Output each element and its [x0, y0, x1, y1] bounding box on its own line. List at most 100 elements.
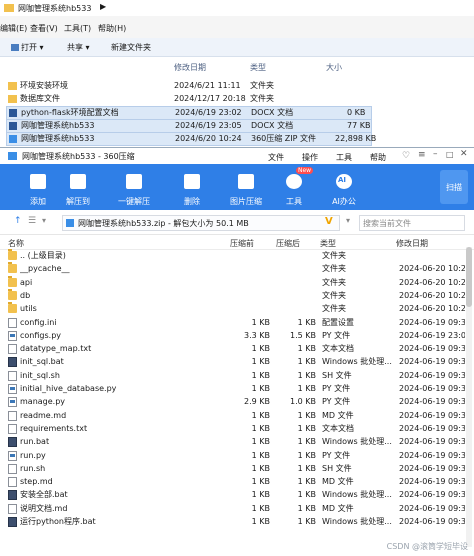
batch-file-icon [8, 490, 17, 501]
maximize-icon[interactable]: □ [446, 150, 454, 159]
scan-button[interactable]: 扫描 [440, 170, 468, 204]
file-row[interactable]: config.ini 1 KB 1 KB 配置设置 2024-06-19 09:35 [0, 316, 465, 329]
row-size-after: 1 KB [297, 357, 316, 367]
dropdown-icon[interactable]: ▾ [42, 216, 46, 225]
path-dropdown-icon[interactable]: ▾ [346, 216, 350, 225]
folder-icon [8, 249, 17, 260]
menu-tools[interactable]: 工具 [336, 152, 352, 163]
python-file-icon [8, 397, 17, 408]
menu-help[interactable]: 帮助 [370, 152, 386, 163]
explorer-row[interactable]: 数据库文件 2024/12/17 20:18 文件夹 [6, 93, 370, 105]
file-row[interactable]: 运行python程序.bat 1 KB 1 KB Windows 批处理... 2024… [0, 515, 465, 528]
file-row[interactable]: step.md 1 KB 1 KB MD 文件 2024-06-19 09:35 [0, 475, 465, 488]
minimize-icon[interactable]: – [433, 149, 438, 159]
scrollbar[interactable] [466, 247, 472, 547]
close-icon[interactable]: ✕ [460, 149, 468, 159]
chevron-right-icon[interactable]: ▶ [100, 2, 106, 11]
row-date: 2024-06-19 09:35 [399, 344, 465, 354]
explorer-row[interactable]: 网咖管理系统hb533 2024/6/20 10:24 360压缩 ZIP 文件… [6, 132, 376, 146]
path-chevron-icon[interactable]: V [325, 216, 333, 227]
file-row[interactable]: datatype_map.txt 1 KB 1 KB 文本文档 2024-06-19 0… [0, 342, 465, 355]
row-size-after: 1 KB [297, 450, 316, 460]
file-row[interactable]: __pycache__ 文件夹 2024-06-20 10:24 [0, 262, 465, 275]
row-size-after: 1 KB [297, 477, 316, 487]
row-name: db [20, 290, 31, 300]
file-row[interactable]: initial_hive_database.py 1 KB 1 KB PY 文件 202… [0, 382, 465, 395]
explorer-row[interactable]: python-flask环境配置文档 2024/6/19 23:02 DOCX … [6, 106, 372, 120]
explorer-row[interactable]: 环境安装环境 2024/6/21 11:11 文件夹 [6, 80, 370, 92]
menu-view[interactable]: 查看(V) [30, 23, 58, 34]
menu-operate[interactable]: 操作 [302, 152, 318, 163]
row-size-before: 1 KB [251, 463, 270, 473]
zip-column-headers: 名称 压缩前 压缩后 类型 修改日期 [0, 235, 474, 250]
row-size-before: 1 KB [251, 450, 270, 460]
menu-edit[interactable]: 编辑(E) [0, 23, 27, 34]
file-row[interactable]: run.py 1 KB 1 KB PY 文件 2024-06-19 09:35 [0, 449, 465, 462]
row-name: manage.py [20, 397, 66, 407]
file-row[interactable]: requirements.txt 1 KB 1 KB 文本文档 2024-06-19 0… [0, 422, 465, 435]
column-type[interactable]: 类型 [250, 62, 266, 73]
list-view-icon[interactable]: ☰ [28, 216, 36, 226]
share-button[interactable]: 共享 ▾ [64, 41, 93, 54]
ai-office-button[interactable]: AI AI办公 [324, 164, 364, 210]
file-row[interactable]: utils 文件夹 2024-06-20 10:24 [0, 302, 465, 315]
batch-file-icon [8, 517, 17, 527]
up-arrow-icon[interactable]: ↑ [14, 216, 22, 226]
explorer-row[interactable]: 网咖管理系统hb533 2024/6/19 23:05 DOCX 文档 77 K… [6, 119, 372, 133]
file-icon [8, 370, 17, 381]
row-size-after: 1 KB [297, 317, 316, 327]
row-type: 360压缩 ZIP 文件 [251, 134, 317, 143]
row-date: 2024-06-19 09:35 [399, 463, 465, 473]
file-row[interactable]: init_sql.sh 1 KB 1 KB SH 文件 2024-06-19 09:35 [0, 369, 465, 382]
column-date[interactable]: 修改日期 [174, 62, 206, 73]
open-button[interactable]: 打开 ▾ [8, 41, 47, 54]
menu-help[interactable]: 帮助(H) [98, 23, 126, 34]
file-row[interactable]: api 文件夹 2024-06-20 10:24 [0, 275, 465, 289]
row-type: Windows 批处理... [322, 490, 392, 500]
row-type: 文件夹 [250, 94, 274, 103]
column-compressed[interactable]: 压缩前 [230, 238, 254, 249]
row-size-before: 3.3 KB [244, 330, 270, 340]
column-name[interactable]: 名称 [8, 238, 24, 249]
row-size: 22,898 KB [335, 134, 377, 143]
image-compress-button[interactable]: 图片压缩 [226, 164, 266, 210]
row-date: 2024-06-19 09:35 [399, 490, 465, 500]
new-folder-button[interactable]: 新建文件夹 [108, 41, 154, 54]
skin-icon[interactable]: ♡ [402, 151, 410, 161]
file-row[interactable]: readme.md 1 KB 1 KB MD 文件 2024-06-19 09:35 [0, 409, 465, 422]
column-size[interactable]: 大小 [326, 62, 342, 73]
one-click-extract-button[interactable]: 一键解压 [114, 164, 154, 210]
search-field[interactable]: 搜索当前文件 [359, 215, 465, 231]
menu-tools[interactable]: 工具(T) [64, 23, 91, 34]
word-doc-icon [9, 122, 17, 130]
scrollbar-thumb[interactable] [466, 247, 472, 307]
row-name: .. (上级目录) [20, 251, 66, 260]
file-row[interactable]: manage.py 2.9 KB 1.0 KB PY 文件 2024-06-19 09:… [0, 395, 465, 408]
row-date: 2024-06-19 09:35 [399, 357, 465, 367]
file-row[interactable]: configs.py 3.3 KB 1.5 KB PY 文件 2024-06-19 23… [0, 329, 465, 342]
add-button[interactable]: 添加 [18, 164, 58, 210]
extract-to-button[interactable]: 解压到 [58, 164, 98, 210]
file-row[interactable]: run.bat 1 KB 1 KB Windows 批处理... 2024-06-19 … [0, 435, 465, 448]
row-date: 2024-06-19 09:35 [399, 517, 465, 526]
menu-lines-icon[interactable]: ≡ [418, 150, 426, 160]
column-date[interactable]: 修改日期 [396, 238, 428, 249]
delete-button[interactable]: 删除 [172, 164, 212, 210]
file-row[interactable]: run.sh 1 KB 1 KB SH 文件 2024-06-19 09:35 [0, 462, 465, 475]
path-field[interactable]: 网咖管理系统hb533.zip - 解包大小为 50.1 MB V [62, 215, 340, 231]
explorer-file-list: 修改日期 类型 大小 环境安装环境 2024/6/21 11:11 文件夹 数据… [0, 57, 474, 147]
column-after[interactable]: 压缩后 [276, 238, 300, 249]
tools-button[interactable]: New 工具 [274, 164, 314, 210]
menu-file[interactable]: 文件 [268, 152, 284, 163]
file-row[interactable]: db 文件夹 2024-06-20 10:24 [0, 288, 465, 302]
batch-file-icon [8, 437, 17, 448]
search-placeholder: 搜索当前文件 [363, 219, 411, 228]
file-row[interactable]: 说明文档.md 1 KB 1 KB MD 文件 2024-06-19 09:35 [0, 502, 465, 515]
column-type[interactable]: 类型 [320, 238, 336, 249]
row-name: requirements.txt [20, 423, 88, 433]
file-row[interactable]: 安装全部.bat 1 KB 1 KB Windows 批处理... 2024-06-19… [0, 488, 465, 501]
file-row[interactable]: .. (上级目录) 文件夹 [0, 249, 465, 262]
file-icon [8, 423, 17, 434]
tools-label: 工具 [286, 197, 302, 206]
file-row[interactable]: init_sql.bat 1 KB 1 KB Windows 批处理... 2024-0… [0, 355, 465, 368]
